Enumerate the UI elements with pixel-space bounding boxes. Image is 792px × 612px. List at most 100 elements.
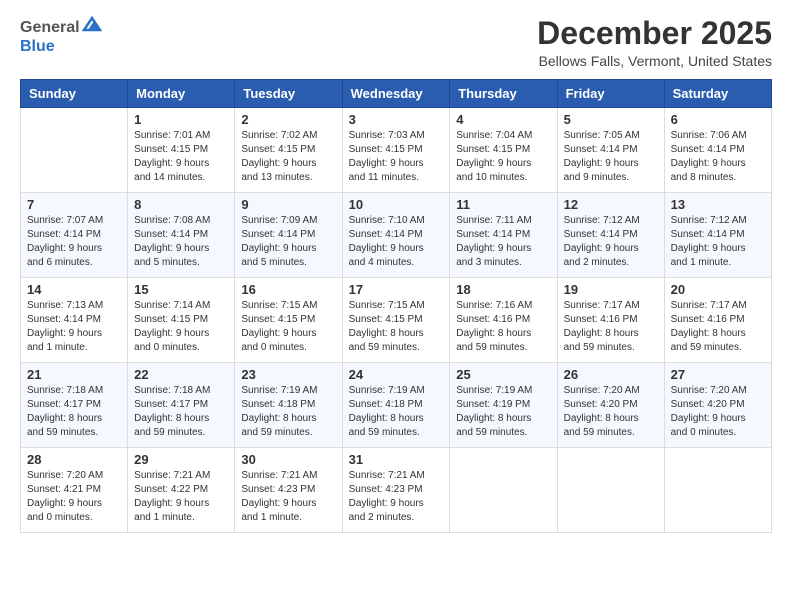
day-info: Sunrise: 7:21 AM Sunset: 4:23 PM Dayligh… <box>349 469 444 525</box>
calendar-cell <box>450 448 557 533</box>
day-number: 4 <box>456 112 550 127</box>
day-info: Sunrise: 7:20 AM Sunset: 4:21 PM Dayligh… <box>27 469 121 525</box>
day-number: 1 <box>134 112 228 127</box>
calendar-cell: 31 Sunrise: 7:21 AM Sunset: 4:23 PM Dayli… <box>342 448 450 533</box>
weekday-header-tuesday: Tuesday <box>235 80 342 108</box>
day-number: 27 <box>671 367 765 382</box>
calendar-cell: 14Sunrise: 7:13 AM Sunset: 4:14 PM Dayli… <box>21 278 128 363</box>
day-number: 28 <box>27 452 121 467</box>
day-number: 29 <box>134 452 228 467</box>
calendar-cell: 11Sunrise: 7:11 AM Sunset: 4:14 PM Dayli… <box>450 193 557 278</box>
calendar-cell: 26 Sunrise: 7:20 AM Sunset: 4:20 PM Dayli… <box>557 363 664 448</box>
day-info: Sunrise: 7:10 AM Sunset: 4:14 PM Dayligh… <box>349 214 444 270</box>
calendar-week-row: 21 Sunrise: 7:18 AM Sunset: 4:17 PM Dayli… <box>21 363 772 448</box>
page-header: General Blue December 2025 Bellows Falls… <box>20 16 772 69</box>
day-number: 22 <box>134 367 228 382</box>
day-number: 9 <box>241 197 335 212</box>
day-info: Sunrise: 7:17 AM Sunset: 4:16 PM Dayligh… <box>564 299 658 355</box>
day-info: Sunrise: 7:12 AM Sunset: 4:14 PM Dayligh… <box>671 214 765 270</box>
weekday-header-row: SundayMondayTuesdayWednesdayThursdayFrid… <box>21 80 772 108</box>
day-number: 23 <box>241 367 335 382</box>
day-info: Sunrise: 7:21 AM Sunset: 4:23 PM Dayligh… <box>241 469 335 525</box>
title-block: December 2025 Bellows Falls, Vermont, Un… <box>537 16 772 69</box>
calendar-cell: 10 Sunrise: 7:10 AM Sunset: 4:14 PM Dayli… <box>342 193 450 278</box>
calendar-cell: 28 Sunrise: 7:20 AM Sunset: 4:21 PM Dayli… <box>21 448 128 533</box>
day-info: Sunrise: 7:04 AM Sunset: 4:15 PM Dayligh… <box>456 129 550 185</box>
day-info: Sunrise: 7:16 AM Sunset: 4:16 PM Dayligh… <box>456 299 550 355</box>
day-number: 2 <box>241 112 335 127</box>
calendar-cell: 30Sunrise: 7:21 AM Sunset: 4:23 PM Dayli… <box>235 448 342 533</box>
day-number: 19 <box>564 282 658 297</box>
day-number: 15 <box>134 282 228 297</box>
day-number: 8 <box>134 197 228 212</box>
day-info: Sunrise: 7:15 AM Sunset: 4:15 PM Dayligh… <box>349 299 444 355</box>
day-number: 20 <box>671 282 765 297</box>
month-title: December 2025 <box>537 16 772 51</box>
calendar-cell: 22 Sunrise: 7:18 AM Sunset: 4:17 PM Dayli… <box>128 363 235 448</box>
calendar-cell: 21 Sunrise: 7:18 AM Sunset: 4:17 PM Dayli… <box>21 363 128 448</box>
day-info: Sunrise: 7:01 AM Sunset: 4:15 PM Dayligh… <box>134 129 228 185</box>
calendar-week-row: 14Sunrise: 7:13 AM Sunset: 4:14 PM Dayli… <box>21 278 772 363</box>
day-number: 17 <box>349 282 444 297</box>
day-info: Sunrise: 7:19 AM Sunset: 4:19 PM Dayligh… <box>456 384 550 440</box>
day-info: Sunrise: 7:02 AM Sunset: 4:15 PM Dayligh… <box>241 129 335 185</box>
day-info: Sunrise: 7:12 AM Sunset: 4:14 PM Dayligh… <box>564 214 658 270</box>
calendar-cell: 4 Sunrise: 7:04 AM Sunset: 4:15 PM Daylig… <box>450 108 557 193</box>
day-info: Sunrise: 7:14 AM Sunset: 4:15 PM Dayligh… <box>134 299 228 355</box>
calendar-cell: 5Sunrise: 7:05 AM Sunset: 4:14 PM Daylig… <box>557 108 664 193</box>
calendar-cell: 12 Sunrise: 7:12 AM Sunset: 4:14 PM Dayli… <box>557 193 664 278</box>
location: Bellows Falls, Vermont, United States <box>537 53 772 69</box>
logo-general: General <box>20 19 80 36</box>
weekday-header-saturday: Saturday <box>664 80 771 108</box>
calendar-cell <box>557 448 664 533</box>
day-number: 5 <box>564 112 658 127</box>
weekday-header-wednesday: Wednesday <box>342 80 450 108</box>
day-info: Sunrise: 7:17 AM Sunset: 4:16 PM Dayligh… <box>671 299 765 355</box>
day-number: 26 <box>564 367 658 382</box>
day-info: Sunrise: 7:18 AM Sunset: 4:17 PM Dayligh… <box>27 384 121 440</box>
day-info: Sunrise: 7:18 AM Sunset: 4:17 PM Dayligh… <box>134 384 228 440</box>
calendar-cell: 2 Sunrise: 7:02 AM Sunset: 4:15 PM Daylig… <box>235 108 342 193</box>
day-info: Sunrise: 7:20 AM Sunset: 4:20 PM Dayligh… <box>671 384 765 440</box>
day-info: Sunrise: 7:15 AM Sunset: 4:15 PM Dayligh… <box>241 299 335 355</box>
day-number: 16 <box>241 282 335 297</box>
day-number: 3 <box>349 112 444 127</box>
calendar-cell <box>21 108 128 193</box>
day-info: Sunrise: 7:08 AM Sunset: 4:14 PM Dayligh… <box>134 214 228 270</box>
calendar-cell: 17 Sunrise: 7:15 AM Sunset: 4:15 PM Dayli… <box>342 278 450 363</box>
day-info: Sunrise: 7:03 AM Sunset: 4:15 PM Dayligh… <box>349 129 444 185</box>
day-number: 13 <box>671 197 765 212</box>
day-number: 12 <box>564 197 658 212</box>
day-info: Sunrise: 7:11 AM Sunset: 4:14 PM Dayligh… <box>456 214 550 270</box>
calendar-cell: 20 Sunrise: 7:17 AM Sunset: 4:16 PM Dayli… <box>664 278 771 363</box>
calendar-cell: 13 Sunrise: 7:12 AM Sunset: 4:14 PM Dayli… <box>664 193 771 278</box>
calendar-cell: 7Sunrise: 7:07 AM Sunset: 4:14 PM Daylig… <box>21 193 128 278</box>
day-number: 14 <box>27 282 121 297</box>
calendar-cell: 18Sunrise: 7:16 AM Sunset: 4:16 PM Dayli… <box>450 278 557 363</box>
weekday-header-thursday: Thursday <box>450 80 557 108</box>
calendar-cell <box>664 448 771 533</box>
calendar-cell: 1 Sunrise: 7:01 AM Sunset: 4:15 PM Daylig… <box>128 108 235 193</box>
calendar-cell: 16 Sunrise: 7:15 AM Sunset: 4:15 PM Dayli… <box>235 278 342 363</box>
day-number: 24 <box>349 367 444 382</box>
day-number: 10 <box>349 197 444 212</box>
day-number: 25 <box>456 367 550 382</box>
calendar-cell: 27 Sunrise: 7:20 AM Sunset: 4:20 PM Dayli… <box>664 363 771 448</box>
day-info: Sunrise: 7:20 AM Sunset: 4:20 PM Dayligh… <box>564 384 658 440</box>
day-info: Sunrise: 7:09 AM Sunset: 4:14 PM Dayligh… <box>241 214 335 270</box>
calendar-cell: 25 Sunrise: 7:19 AM Sunset: 4:19 PM Dayli… <box>450 363 557 448</box>
day-number: 6 <box>671 112 765 127</box>
calendar-cell: 3 Sunrise: 7:03 AM Sunset: 4:15 PM Daylig… <box>342 108 450 193</box>
day-number: 21 <box>27 367 121 382</box>
weekday-header-friday: Friday <box>557 80 664 108</box>
calendar-cell: 23Sunrise: 7:19 AM Sunset: 4:18 PM Dayli… <box>235 363 342 448</box>
calendar-cell: 15 Sunrise: 7:14 AM Sunset: 4:15 PM Dayli… <box>128 278 235 363</box>
day-info: Sunrise: 7:06 AM Sunset: 4:14 PM Dayligh… <box>671 129 765 185</box>
weekday-header-sunday: Sunday <box>21 80 128 108</box>
calendar-cell: 19 Sunrise: 7:17 AM Sunset: 4:16 PM Dayli… <box>557 278 664 363</box>
weekday-header-monday: Monday <box>128 80 235 108</box>
logo-icon <box>82 16 102 32</box>
calendar-table: SundayMondayTuesdayWednesdayThursdayFrid… <box>20 79 772 533</box>
logo: General Blue <box>20 16 102 56</box>
day-number: 31 <box>349 452 444 467</box>
